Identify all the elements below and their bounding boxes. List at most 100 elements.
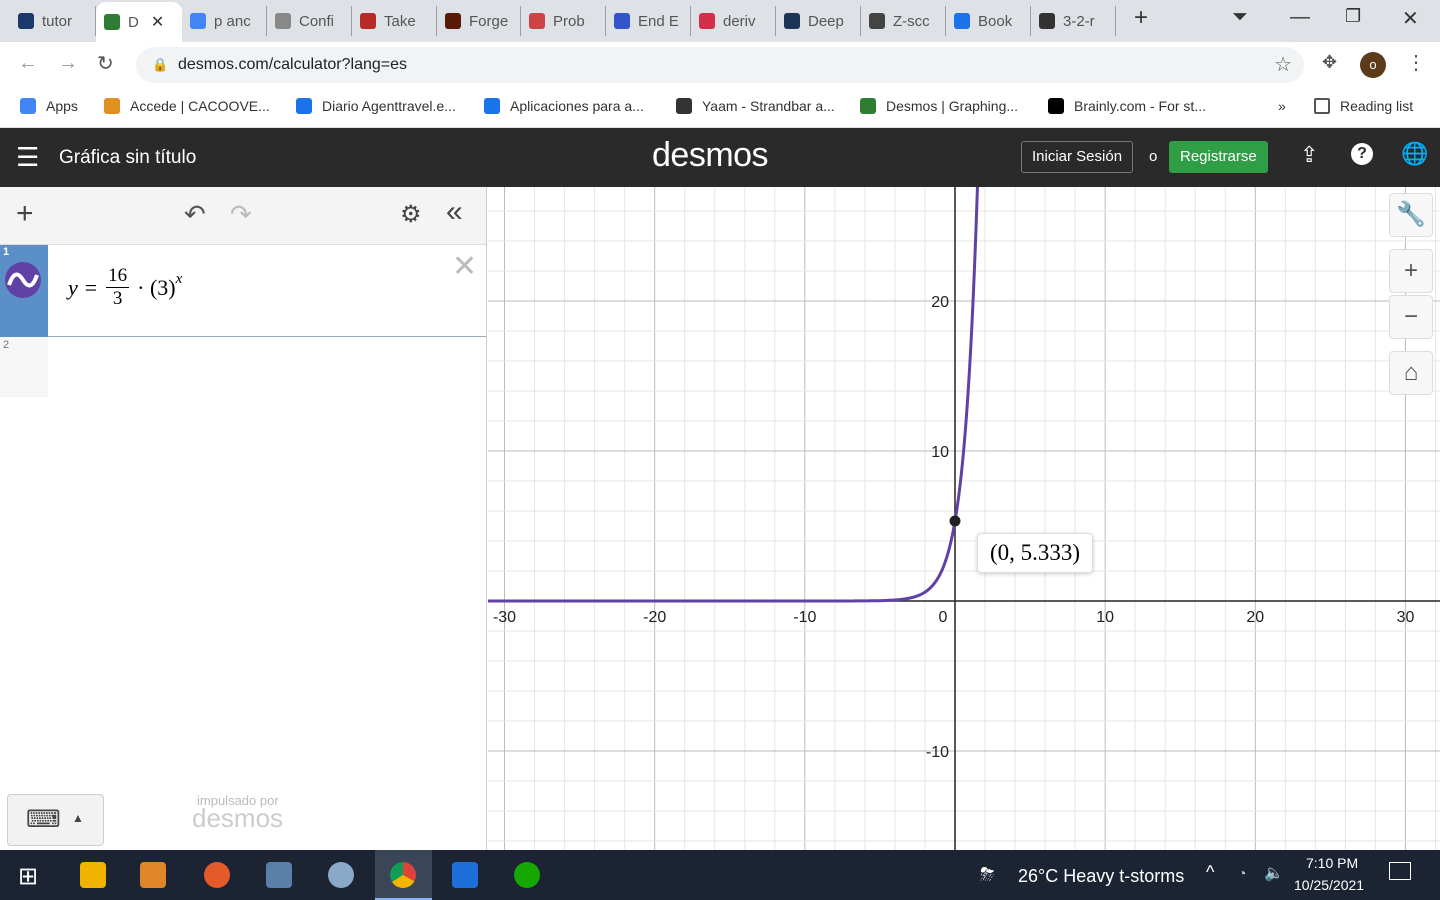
hamburger-menu-icon[interactable]: ☰ [16, 142, 39, 173]
graph-canvas[interactable]: -30 -20 -10 0 10 20 30 20 10 -10 [488, 187, 1440, 850]
register-button[interactable]: Registrarse [1169, 141, 1268, 173]
tab-favicon-icon [784, 13, 800, 29]
calculator-icon[interactable] [266, 862, 292, 888]
profile-avatar[interactable]: o [1360, 52, 1386, 78]
tab-favicon-icon [275, 13, 291, 29]
home-zoom-icon[interactable]: ⌂ [1389, 351, 1433, 395]
browser-tab[interactable]: Prob [521, 6, 606, 36]
tab-search-icon[interactable]: ⏷ [1232, 6, 1248, 29]
redo-icon[interactable]: ↷ [230, 199, 252, 230]
graph-toggle-icon[interactable] [4, 261, 42, 299]
tab-title: 3-2-r [1063, 12, 1095, 30]
tab-title: p anc [214, 12, 251, 30]
close-window-button[interactable]: ✕ [1402, 6, 1419, 31]
back-icon[interactable]: ← [18, 52, 38, 75]
help-icon[interactable]: ? [1351, 143, 1373, 165]
new-tab-button[interactable]: + [1134, 4, 1148, 32]
url-input[interactable]: 🔒 desmos.com/calculator?lang=es ☆ [136, 47, 1304, 83]
windows-taskbar: ⊞ ⛈ 26°C Heavy t-storms ^ ◔ 🔈 7:10 PM 10… [0, 850, 1440, 900]
zoom-out-button[interactable]: − [1389, 295, 1433, 339]
expression-tab[interactable]: 1 [0, 245, 48, 337]
settings-gear-icon[interactable]: ⚙ [400, 200, 422, 229]
add-expression-icon[interactable]: + [16, 197, 34, 231]
firefox-icon[interactable] [204, 862, 230, 888]
bookmark-label: Accede | CACOOVE... [130, 98, 270, 114]
lock-icon: 🔒 [152, 57, 169, 72]
sign-in-button[interactable]: Iniciar Sesión [1021, 141, 1134, 173]
browser-tab[interactable]: Deep [776, 6, 861, 36]
tab-title: Confi [299, 12, 335, 30]
reading-list[interactable]: Reading list [1314, 98, 1413, 114]
notifications-icon[interactable] [1389, 862, 1411, 880]
bookmark-item[interactable]: Apps [20, 98, 78, 114]
weather-text[interactable]: 26°C Heavy t-storms [1018, 866, 1184, 887]
windows-start-icon[interactable]: ⊞ [18, 862, 38, 891]
browser-tab[interactable]: Z-scc [861, 6, 946, 36]
bookmarks-more[interactable]: » [1278, 98, 1286, 114]
expression-math[interactable]: y = 16 3 · (3) x [68, 265, 182, 310]
bookmark-item[interactable]: Accede | CACOOVE... [104, 98, 270, 114]
wifi-icon[interactable]: ◔ [1238, 865, 1246, 881]
zoom-in-button[interactable]: + [1389, 249, 1433, 293]
browser-tab[interactable]: Take [352, 6, 437, 36]
browser-tab[interactable]: Book [946, 6, 1031, 36]
tab-favicon-icon [699, 13, 715, 29]
expression-toolbar: + ↶ ↷ ⚙ « [0, 187, 486, 245]
keypad-toggle-button[interactable]: ⌨ ▲ [7, 794, 104, 846]
share-icon[interactable]: ⇪ [1300, 142, 1318, 168]
browser-tab[interactable]: deriv [691, 6, 776, 36]
highlighted-point [949, 515, 961, 527]
tab-favicon-icon [954, 13, 970, 29]
forward-icon[interactable]: → [58, 52, 78, 75]
browser-tab[interactable]: End E [606, 6, 691, 36]
file-explorer-icon[interactable] [80, 862, 106, 888]
extensions-icon[interactable]: ✥ [1322, 52, 1337, 73]
close-tab-icon[interactable]: ✕ [151, 12, 164, 32]
tab-title: Deep [808, 12, 844, 30]
graph-title[interactable]: Gráfica sin título [59, 147, 196, 169]
bookmark-item[interactable]: Diario Agenttravel.e... [296, 98, 456, 114]
delete-expression-icon[interactable]: ✕ [452, 249, 477, 284]
bookmark-label: Brainly.com - For st... [1074, 98, 1206, 114]
menu-icon[interactable]: ⋮ [1406, 50, 1426, 75]
browser-tab[interactable]: 3-2-r [1031, 6, 1116, 36]
bookmark-item[interactable]: Desmos | Graphing... [860, 98, 1018, 114]
tab-title: Book [978, 12, 1013, 30]
bookmark-item[interactable]: Yaam - Strandbar a... [676, 98, 835, 114]
undo-icon[interactable]: ↶ [184, 199, 206, 230]
browser-tab[interactable]: p anc [182, 6, 267, 36]
tab-favicon-icon [1039, 13, 1055, 29]
collapse-panel-icon[interactable]: « [446, 195, 463, 229]
browser-tab[interactable]: D ✕ [96, 2, 182, 42]
media-app-icon[interactable] [140, 862, 166, 888]
restore-button[interactable]: ❐ [1345, 6, 1361, 27]
numerator: 16 [106, 265, 130, 288]
office-app-icon[interactable] [452, 862, 478, 888]
fraction: 16 3 [106, 265, 130, 310]
browser-tab[interactable]: Forge [437, 6, 521, 36]
reload-icon[interactable]: ↻ [97, 51, 114, 76]
y-tick-label: 10 [931, 444, 949, 461]
browser-tab[interactable]: tutor [10, 6, 96, 36]
minimize-button[interactable]: — [1290, 6, 1310, 29]
paint-icon[interactable] [328, 862, 354, 888]
language-globe-icon[interactable]: 🌐 [1401, 141, 1428, 167]
star-icon[interactable]: ☆ [1274, 47, 1292, 83]
desmos-header: ☰ Gráfica sin título desmos Iniciar Sesi… [0, 128, 1440, 187]
bookmark-item[interactable]: Aplicaciones para a... [484, 98, 644, 114]
volume-icon[interactable]: 🔈 [1264, 863, 1284, 883]
tab-title: Forge [469, 12, 509, 30]
clock-date[interactable]: 10/25/2021 [1294, 877, 1364, 893]
clock-time[interactable]: 7:10 PM [1306, 855, 1358, 871]
tray-chevron-icon[interactable]: ^ [1206, 862, 1214, 883]
graph-settings-wrench-icon[interactable]: 🔧 [1389, 193, 1433, 237]
chrome-taskbar-button[interactable] [375, 850, 432, 900]
bookmark-item[interactable]: Brainly.com - For st... [1048, 98, 1206, 114]
expression-row-2[interactable]: 2 [0, 337, 486, 397]
bookmark-favicon-icon [1048, 98, 1064, 114]
upwork-icon[interactable] [514, 862, 540, 888]
expression-row-1[interactable]: 1 y = 16 3 · (3) x ✕ [0, 245, 486, 337]
weather-icon: ⛈ [980, 864, 995, 884]
browser-tab[interactable]: Confi [267, 6, 352, 36]
bookmarks-bar: » Reading list Apps Accede | CACOOVE... Di… [0, 88, 1440, 128]
